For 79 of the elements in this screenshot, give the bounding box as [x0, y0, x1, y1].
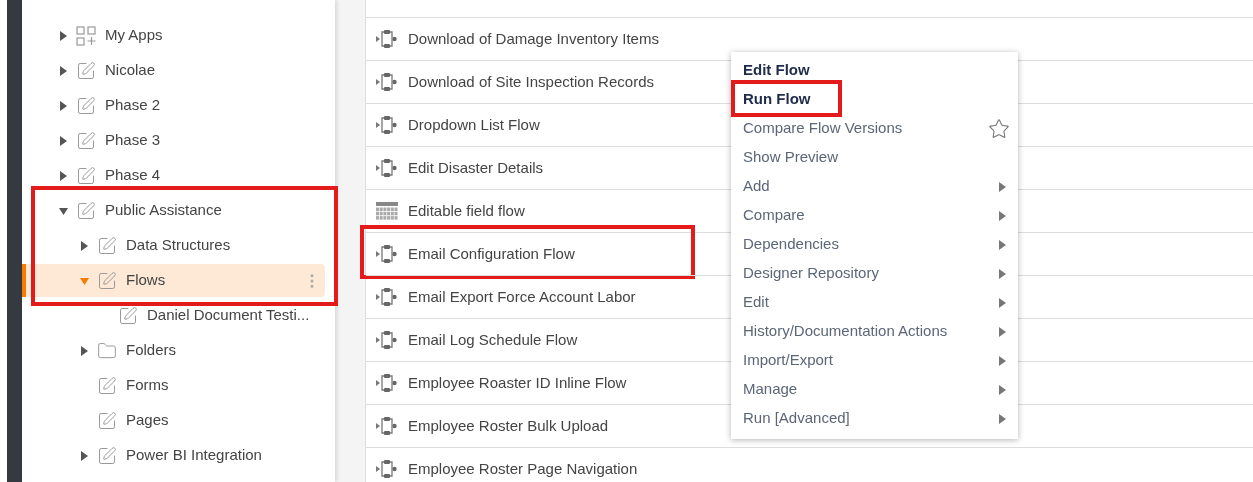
- edit-icon: [97, 235, 117, 256]
- caret-right-icon[interactable]: [79, 345, 89, 356]
- tree-item[interactable]: My Apps: [22, 19, 325, 52]
- grid-icon: [376, 202, 398, 220]
- caret-right-icon[interactable]: [58, 170, 68, 181]
- submenu-arrow-icon: [999, 268, 1006, 279]
- flow-icon: [376, 329, 398, 351]
- flow-icon: [376, 157, 398, 179]
- submenu-arrow-icon: [999, 413, 1006, 424]
- flow-icon: [376, 458, 398, 480]
- submenu-arrow-icon: [999, 355, 1006, 366]
- submenu-arrow-icon: [999, 181, 1006, 192]
- caret-down-icon[interactable]: [58, 205, 68, 216]
- tree-item[interactable]: Nicolae: [22, 54, 325, 87]
- submenu-arrow-icon: [999, 239, 1006, 250]
- menu-item[interactable]: Edit Flow: [731, 56, 1018, 85]
- menu-item[interactable]: Add: [731, 172, 1018, 201]
- apps-icon: [76, 25, 96, 46]
- edit-icon: [118, 305, 138, 326]
- edit-icon: [76, 130, 96, 151]
- flow-icon: [376, 415, 398, 437]
- caret-right-icon[interactable]: [79, 240, 89, 251]
- caret-right-icon[interactable]: [58, 30, 68, 41]
- flow-item[interactable]: Dropdown List Flow: [376, 110, 540, 140]
- flow-item[interactable]: Edit Disaster Details: [376, 153, 544, 183]
- flow-item[interactable]: Email Log Schedule Flow: [376, 325, 578, 355]
- caret-right-icon[interactable]: [79, 450, 89, 461]
- tree-item[interactable]: Phase 4: [22, 159, 325, 192]
- menu-item[interactable]: Compare: [731, 201, 1018, 230]
- menu-item[interactable]: Import/Export: [731, 346, 1018, 375]
- flow-item[interactable]: Download of Damage Inventory Items: [376, 24, 659, 54]
- flow-item[interactable]: Email Export Force Account Labor: [376, 282, 636, 312]
- flow-item[interactable]: Employee Roaster ID Inline Flow: [376, 368, 627, 398]
- tree-item[interactable]: Pages: [22, 404, 325, 437]
- star-icon[interactable]: [988, 117, 1010, 140]
- tree-item[interactable]: Power BI Integration: [22, 439, 325, 472]
- caret-right-icon[interactable]: [58, 65, 68, 76]
- edit-icon: [76, 95, 96, 116]
- edit-icon: [76, 200, 96, 221]
- edit-icon: [97, 410, 117, 431]
- flow-icon: [376, 286, 398, 308]
- submenu-arrow-icon: [999, 384, 1006, 395]
- menu-item[interactable]: Manage: [731, 375, 1018, 404]
- menu-item[interactable]: Designer Repository: [731, 259, 1018, 288]
- flow-item[interactable]: Download of Site Inspection Records: [376, 67, 654, 97]
- tree-item[interactable]: Data Structures: [22, 229, 325, 262]
- edit-icon: [97, 375, 117, 396]
- flow-item[interactable]: Email Configuration Flow: [376, 239, 575, 269]
- menu-item[interactable]: Compare Flow Versions: [731, 114, 1018, 143]
- edit-icon: [97, 445, 117, 466]
- caret-right-icon[interactable]: [58, 100, 68, 111]
- menu-item[interactable]: Run [Advanced]: [731, 404, 1018, 433]
- menu-item[interactable]: Edit: [731, 288, 1018, 317]
- submenu-arrow-icon: [999, 326, 1006, 337]
- menu-item[interactable]: Run Flow: [731, 85, 1018, 114]
- flow-icon: [376, 71, 398, 93]
- menu-item[interactable]: History/Documentation Actions: [731, 317, 1018, 346]
- edit-icon: [76, 60, 96, 81]
- submenu-arrow-icon: [999, 297, 1006, 308]
- edit-icon: [76, 165, 96, 186]
- tree-item[interactable]: Folders: [22, 334, 325, 367]
- tree-item[interactable]: Phase 2: [22, 89, 325, 122]
- flow-item[interactable]: Editable field flow: [376, 196, 525, 226]
- flow-icon: [376, 372, 398, 394]
- menu-item[interactable]: Dependencies: [731, 230, 1018, 259]
- menu-item[interactable]: Show Preview: [731, 143, 1018, 172]
- tree-item[interactable]: Daniel Document Testi...: [22, 299, 325, 332]
- tree-item[interactable]: Phase 3: [22, 124, 325, 157]
- flow-item[interactable]: Employee Roster Page Navigation: [376, 454, 638, 482]
- folder-icon: [97, 340, 117, 361]
- tree-item[interactable]: Public Assistance: [22, 194, 325, 227]
- tree-item[interactable]: Forms: [22, 369, 325, 402]
- submenu-arrow-icon: [999, 210, 1006, 221]
- flow-icon: [376, 28, 398, 50]
- caret-right-icon[interactable]: [58, 135, 68, 146]
- flow-icon: [376, 243, 398, 265]
- flow-item[interactable]: Employee Roster Bulk Upload: [376, 411, 609, 441]
- flow-icon: [376, 114, 398, 136]
- edit-icon: [97, 270, 117, 291]
